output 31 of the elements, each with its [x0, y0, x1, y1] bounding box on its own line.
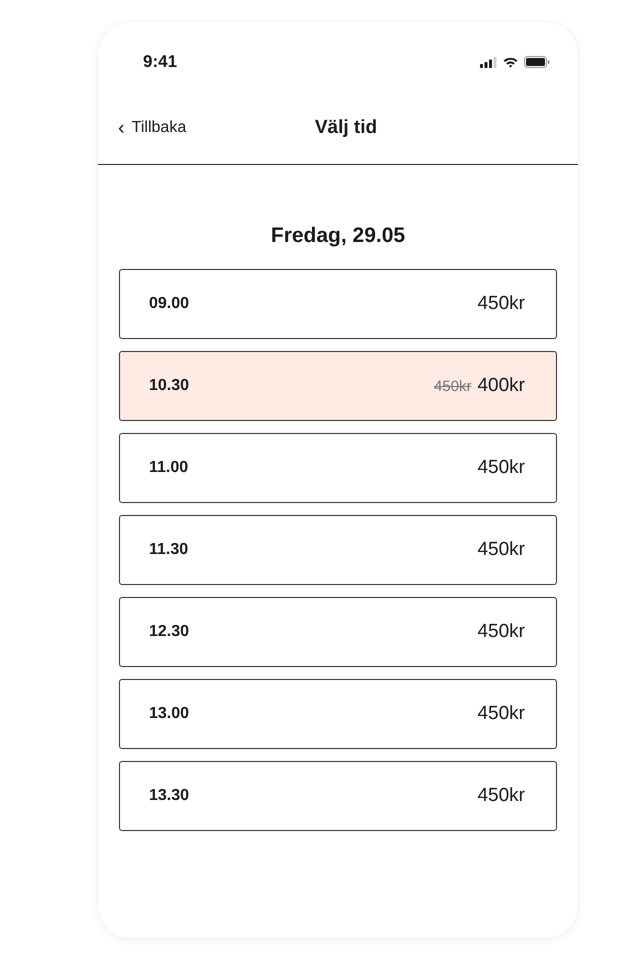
- slot-time: 11.30: [149, 541, 188, 559]
- slot-time: 10.30: [149, 377, 190, 395]
- slot-time: 11.00: [149, 459, 188, 477]
- battery-icon: [524, 56, 550, 68]
- time-slot[interactable]: 13.00 450kr: [119, 679, 557, 749]
- slot-time: 13.30: [149, 787, 190, 805]
- slot-price: 450kr: [477, 621, 525, 643]
- slot-time: 09.00: [149, 295, 190, 313]
- date-heading: Fredag, 29.05: [270, 223, 406, 249]
- signal-icon: [480, 56, 497, 68]
- screen-title: Välj tid: [314, 117, 378, 139]
- slot-time: 12.30: [149, 623, 190, 641]
- slot-price: 450kr: [477, 539, 525, 561]
- time-slot[interactable]: 09.00 450kr: [119, 269, 557, 339]
- old-price: 450kr: [434, 378, 472, 395]
- slot-price: 450kr: [477, 703, 525, 725]
- time-slot[interactable]: 11.30 450kr: [119, 515, 557, 585]
- back-label: Tillbaka: [132, 119, 186, 137]
- back-icon: ‹: [118, 118, 125, 138]
- wifi-icon: [503, 56, 518, 68]
- slot-time: 13.00: [149, 705, 190, 723]
- time-slot[interactable]: 12.30 450kr: [119, 597, 557, 667]
- time-slot[interactable]: 13.30 450kr: [119, 761, 557, 831]
- slot-price: 400kr: [477, 375, 525, 397]
- slot-price: 450kr: [477, 785, 525, 807]
- back-button[interactable]: ‹ Tillbaka: [118, 118, 186, 138]
- status-time: 9:41: [143, 52, 178, 72]
- time-slot[interactable]: 11.00 450kr: [119, 433, 557, 503]
- slot-price: 450kr: [477, 457, 525, 479]
- slot-price: 450kr: [477, 293, 525, 315]
- time-slot[interactable]: 10.30 450kr 400kr: [119, 351, 557, 421]
